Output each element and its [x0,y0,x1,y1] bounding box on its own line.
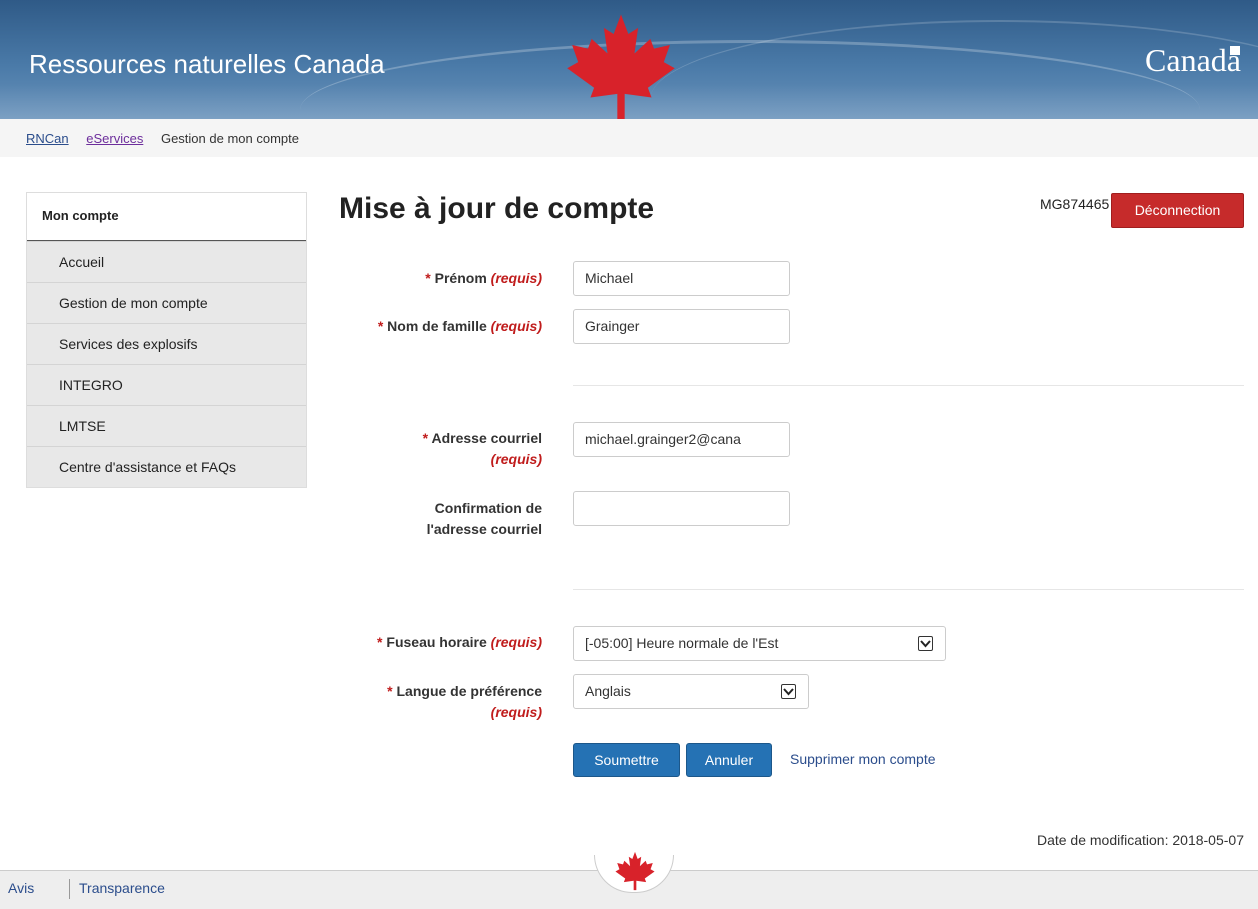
email-label: * Adresse courriel (requis) [322,428,542,470]
timezone-select[interactable]: [-05:00] Heure normale de l'Est [573,626,946,661]
sidebar-item-explosives[interactable]: Services des explosifs [27,323,306,364]
canada-wordmark: Canada [1145,42,1241,78]
page-title: Mise à jour de compte [339,192,655,225]
timezone-label-text: Fuseau horaire [386,634,487,650]
breadcrumb-rncan-link[interactable]: RNCan [26,131,69,146]
required-marker: * [387,683,393,699]
maple-leaf-icon [567,14,675,119]
required-text: (requis) [490,270,542,286]
last-name-label: * Nom de famille (requis) [322,316,542,337]
email-label-text: Adresse courriel [431,430,543,446]
language-label-text: Langue de préférence [396,683,543,699]
sidebar-menu: Mon compte Accueil Gestion de mon compte… [26,192,307,488]
delete-account-link[interactable]: Supprimer mon compte [790,751,936,767]
email-confirm-label: Confirmation de l'adresse courriel [322,498,542,540]
required-text: (requis) [490,451,542,467]
submit-button[interactable]: Soumettre [573,743,680,777]
chevron-down-icon[interactable] [918,636,933,651]
email-confirm-label-line2: l'adresse courriel [426,521,542,537]
language-selected-value: Anglais [585,683,631,699]
language-select[interactable]: Anglais [573,674,809,709]
last-name-input[interactable]: Grainger [573,309,790,344]
required-marker: * [377,318,384,334]
site-banner: Ressources naturelles Canada Canada [0,0,1258,119]
email-confirm-label-line1: Confirmation de [434,500,542,516]
sidebar-item-help[interactable]: Centre d'assistance et FAQs [27,446,306,487]
first-name-label-text: Prénom [434,270,487,286]
footer-link-transparency[interactable]: Transparence [79,880,165,896]
wordmark-flag-icon [1230,46,1240,55]
section-divider [573,589,1244,590]
sidebar-item-integro[interactable]: INTEGRO [27,364,306,405]
sidebar-item-lmtse[interactable]: LMTSE [27,405,306,446]
required-text: (requis) [490,318,542,334]
sidebar-item-accueil[interactable]: Accueil [27,241,306,282]
sidebar-heading: Mon compte [27,193,306,241]
required-marker: * [425,270,431,286]
email-confirm-input[interactable] [573,491,790,526]
logout-button[interactable]: Déconnection [1111,193,1244,228]
site-title[interactable]: Ressources naturelles Canada [29,49,385,80]
breadcrumb-current: Gestion de mon compte [160,131,299,146]
footer-link-notices[interactable]: Avis [8,880,34,896]
first-name-input[interactable]: Michael [573,261,790,296]
footer-separator [69,879,70,899]
account-id: MG874465 [1040,196,1110,212]
email-input[interactable]: michael.grainger2@cana [573,422,790,457]
breadcrumb: RNCan eServices Gestion de mon compte [0,119,1258,157]
cancel-button[interactable]: Annuler [686,743,772,777]
date-modified: Date de modification: 2018-05-07 [1036,832,1244,848]
required-marker: * [422,430,429,446]
timezone-selected-value: [-05:00] Heure normale de l'Est [585,635,779,651]
breadcrumb-eservices-link[interactable]: eServices [86,131,143,146]
last-name-label-text: Nom de famille [387,318,487,334]
chevron-down-icon[interactable] [781,684,796,699]
section-divider [573,385,1244,386]
first-name-label: * Prénom (requis) [322,268,542,289]
language-label: * Langue de préférence (requis) [322,681,542,723]
timezone-label: * Fuseau horaire (requis) [322,632,542,653]
sidebar-item-account-management[interactable]: Gestion de mon compte [27,282,306,323]
maple-leaf-icon [615,851,655,891]
required-text: (requis) [490,704,542,720]
required-text: (requis) [490,634,542,650]
required-marker: * [377,634,383,650]
